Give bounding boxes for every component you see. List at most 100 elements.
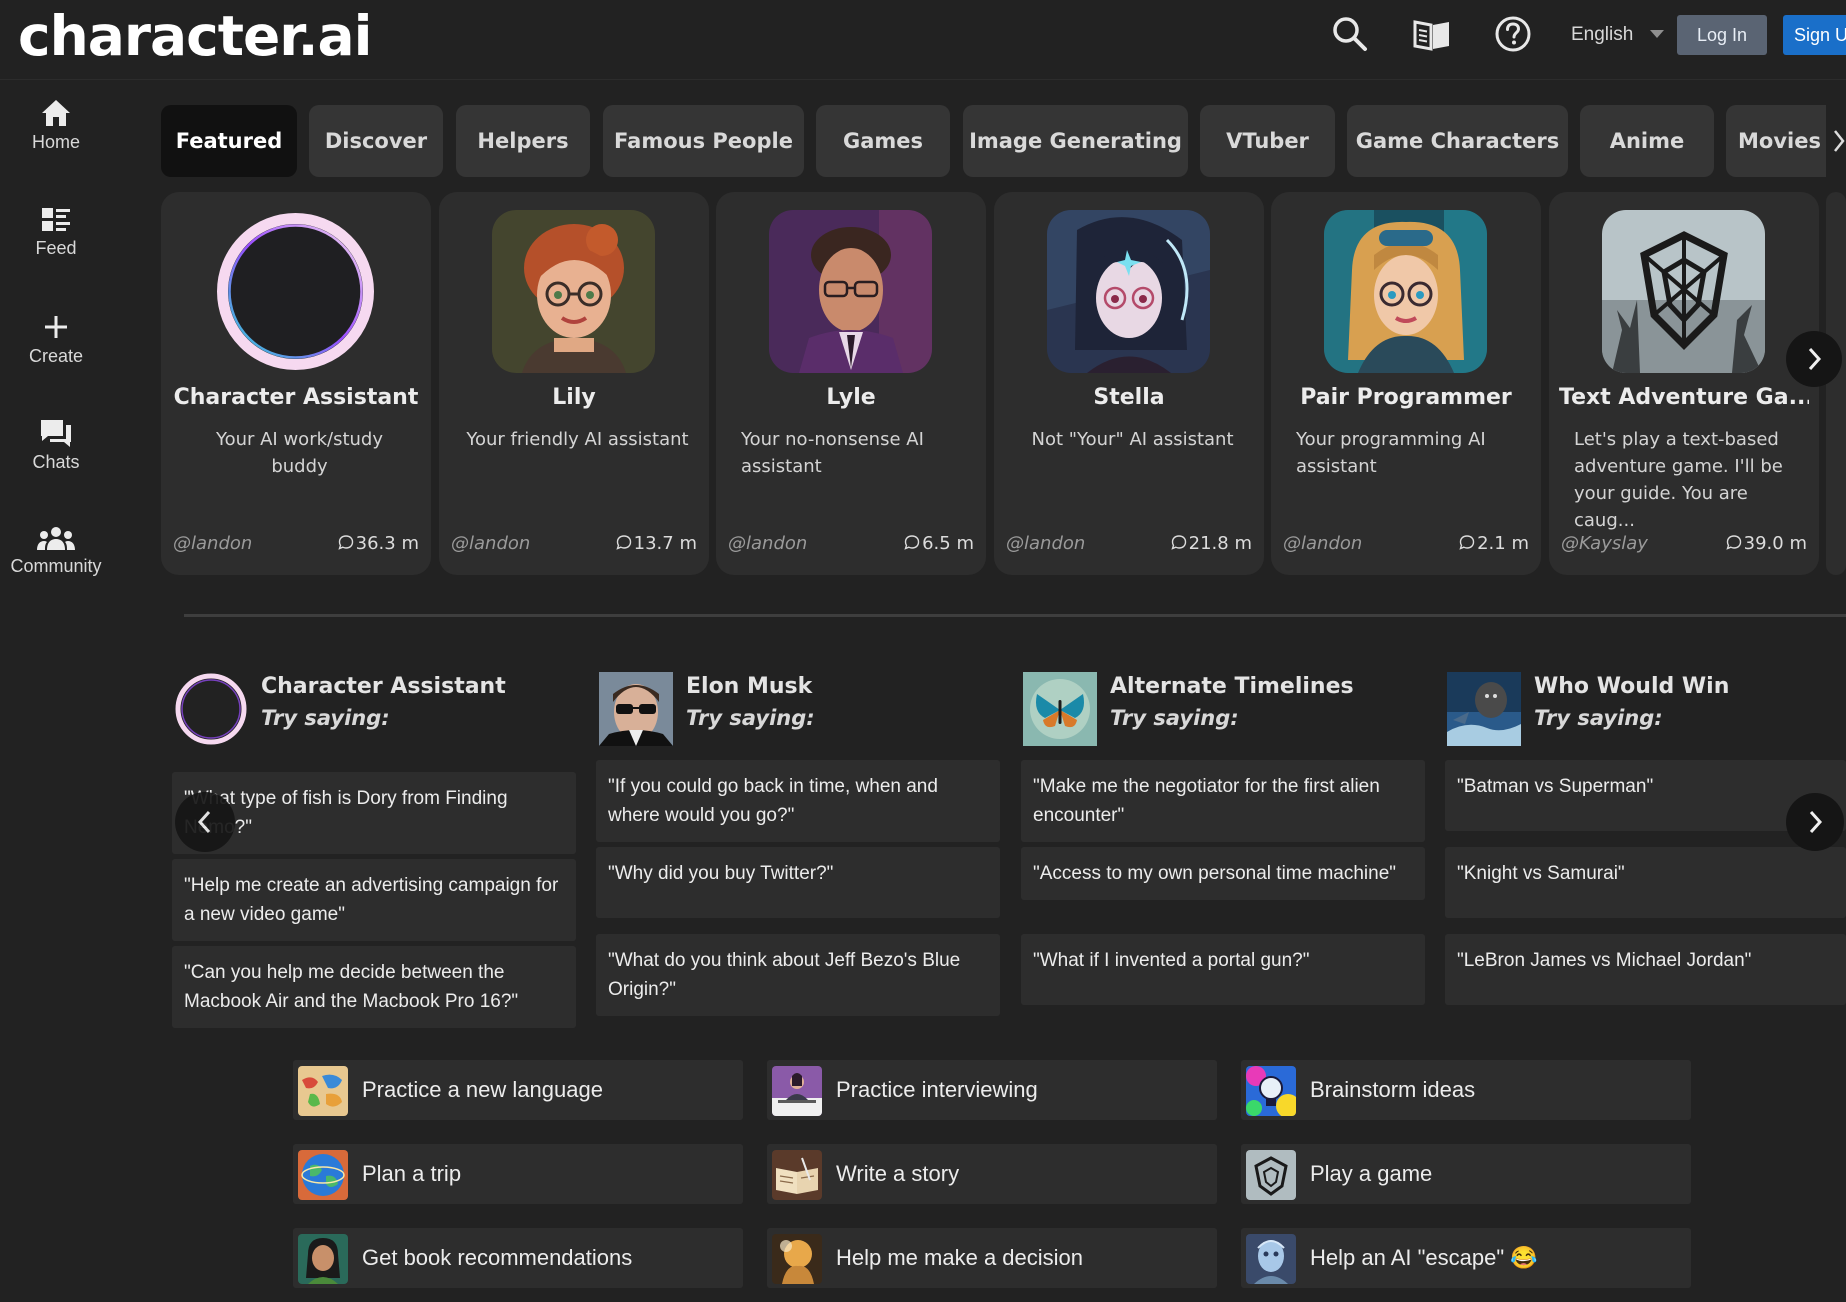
activity-label: Plan a trip	[362, 1161, 462, 1186]
activity-label: Practice a new language	[362, 1077, 603, 1102]
sidebar-item-label: Feed	[35, 238, 77, 258]
character-card[interactable]: Stella Not "Your" AI assistant @landon 2…	[994, 192, 1264, 575]
prompt-suggestion[interactable]: "LeBron James vs Michael Jordan"	[1445, 934, 1846, 1005]
activity-practice-language[interactable]: Practice a new language	[293, 1060, 743, 1120]
card-title: Lyle	[826, 385, 876, 410]
try-section-header[interactable]: Alternate Timelines Try saying:	[1023, 672, 1423, 746]
card-description: Not "Your" AI assistant	[1031, 429, 1234, 450]
activity-plan-trip[interactable]: Plan a trip	[293, 1144, 743, 1204]
sidebar-item-chats[interactable]: Chats	[0, 418, 112, 473]
sidebar-item-label: Home	[31, 132, 80, 152]
chat-bubble-icon	[338, 535, 353, 550]
activity-label: Get book recommendations	[362, 1245, 633, 1270]
try-section-name: Character Assistant	[261, 674, 506, 699]
character-card[interactable]: Character Assistant Your AI work/study b…	[161, 192, 431, 575]
character-avatar	[1447, 672, 1521, 746]
sidebar-item-create[interactable]: Create	[0, 312, 112, 367]
sidebar-item-label: Community	[10, 556, 102, 576]
prompt-suggestion[interactable]: "Access to my own personal time machine"	[1021, 847, 1425, 900]
prompt-suggestion[interactable]: "What do you think about Jeff Bezo's Blu…	[596, 934, 1000, 1016]
card-author[interactable]: @landon	[728, 533, 807, 554]
try-section-name: Who Would Win	[1534, 674, 1730, 699]
tab-famous-people[interactable]: Famous People	[603, 105, 804, 177]
card-author[interactable]: @landon	[173, 533, 252, 554]
tab-movies[interactable]: Movies	[1726, 105, 1826, 177]
prompt-suggestion[interactable]: "If you could go back in time, when and …	[596, 760, 1000, 842]
chevron-right-icon[interactable]	[1832, 128, 1846, 154]
lightbulb-icon	[1246, 1066, 1296, 1116]
card-description: Your friendly AI assistant	[466, 429, 689, 450]
activity-book-recommendations[interactable]: Get book recommendations	[293, 1228, 743, 1288]
try-section-subtitle: Try saying:	[1110, 706, 1239, 730]
help-icon[interactable]	[1493, 14, 1533, 54]
prompt-suggestion[interactable]: "Make me the negotiator for the first al…	[1021, 760, 1425, 842]
chat-bubble-icon	[904, 535, 920, 550]
character-card[interactable]: Text Adventure Ga... Let's play a text-b…	[1549, 192, 1819, 575]
book-icon[interactable]	[1412, 14, 1452, 54]
activity-brainstorm-ideas[interactable]: Brainstorm ideas	[1241, 1060, 1691, 1120]
tab-anime[interactable]: Anime	[1580, 105, 1714, 177]
activity-practice-interviewing[interactable]: Practice interviewing	[767, 1060, 1217, 1120]
carousel-prev-button[interactable]	[175, 792, 235, 852]
activity-make-decision[interactable]: Help me make a decision	[767, 1228, 1217, 1288]
language-select[interactable]: English	[1571, 20, 1633, 50]
prompt-suggestion[interactable]: "What if I invented a portal gun?"	[1021, 934, 1425, 1005]
card-author[interactable]: @landon	[1006, 533, 1085, 554]
activity-play-game[interactable]: Play a game	[1241, 1144, 1691, 1204]
try-section-name: Alternate Timelines	[1110, 674, 1354, 699]
sidebar-item-label: Create	[28, 346, 84, 366]
ai-face-icon	[1246, 1234, 1296, 1284]
chat-bubble-icon	[616, 535, 631, 550]
card-description: Let's play a text-based adventure game. …	[1574, 429, 1783, 531]
login-button[interactable]: Log In	[1677, 15, 1767, 55]
prompt-suggestion[interactable]: "Can you help me decide between the Macb…	[172, 946, 576, 1028]
tab-game-characters[interactable]: Game Characters	[1347, 105, 1568, 177]
prompt-suggestion[interactable]: "Why did you buy Twitter?"	[596, 847, 1000, 918]
activity-ai-escape[interactable]: Help an AI "escape" 😂	[1241, 1228, 1691, 1288]
tab-featured[interactable]: Featured	[161, 105, 297, 177]
card-author[interactable]: @Kayslay	[1561, 533, 1648, 554]
prompt-suggestion[interactable]: "Help me create an advertising campaign …	[172, 859, 576, 941]
chat-icon	[41, 420, 71, 447]
tab-vtuber[interactable]: VTuber	[1200, 105, 1335, 177]
character-card[interactable]: Lily Your friendly AI assistant @landon …	[439, 192, 709, 575]
activity-label: Brainstorm ideas	[1310, 1077, 1476, 1102]
section-divider	[184, 614, 1846, 617]
card-title: Pair Programmer	[1300, 385, 1512, 410]
prompt-suggestion[interactable]: "Knight vs Samurai"	[1445, 847, 1846, 918]
character-card[interactable]: Pair Programmer Your programming AI assi…	[1271, 192, 1541, 575]
tab-discover[interactable]: Discover	[309, 105, 443, 177]
try-section-header[interactable]: Elon Musk Try saying:	[599, 672, 999, 746]
carousel-next-button[interactable]	[1786, 793, 1844, 851]
tab-image-generating[interactable]: Image Generating	[963, 105, 1188, 177]
card-description: Your no-nonsense AI assistant	[741, 429, 924, 477]
community-icon	[37, 527, 75, 550]
chat-bubble-icon	[1726, 535, 1741, 550]
tab-games[interactable]: Games	[816, 105, 950, 177]
card-author[interactable]: @landon	[451, 533, 530, 554]
sidebar-item-home[interactable]: Home	[0, 98, 112, 153]
logo[interactable]: character.ai	[18, 4, 372, 68]
character-card[interactable]: Lyle Your no-nonsense AI assistant @land…	[716, 192, 986, 575]
card-title: Lily	[552, 385, 596, 410]
activity-write-story[interactable]: Write a story	[767, 1144, 1217, 1204]
try-section-subtitle: Try saying:	[686, 706, 815, 730]
character-avatar	[1023, 672, 1097, 746]
sidebar-item-community[interactable]: Community	[0, 524, 112, 577]
tab-helpers[interactable]: Helpers	[456, 105, 590, 177]
feed-icon	[42, 208, 70, 231]
try-section-header[interactable]: Character Assistant Try saying:	[174, 672, 574, 746]
card-title: Stella	[1093, 385, 1165, 410]
chat-count: 21.8 m	[1171, 533, 1252, 554]
home-icon	[42, 100, 70, 126]
sidebar-item-feed[interactable]: Feed	[0, 206, 112, 259]
carousel-next-button[interactable]	[1786, 331, 1842, 387]
card-title: Text Adventure Ga...	[1559, 385, 1809, 410]
search-icon[interactable]	[1330, 14, 1370, 54]
card-author[interactable]: @landon	[1283, 533, 1362, 554]
chat-count: 6.5 m	[904, 533, 974, 554]
try-section-header[interactable]: Who Would Win Try saying:	[1447, 672, 1846, 746]
character-card[interactable]	[1826, 192, 1846, 575]
chevron-down-icon[interactable]	[1650, 30, 1664, 38]
signup-button[interactable]: Sign U	[1783, 15, 1846, 55]
